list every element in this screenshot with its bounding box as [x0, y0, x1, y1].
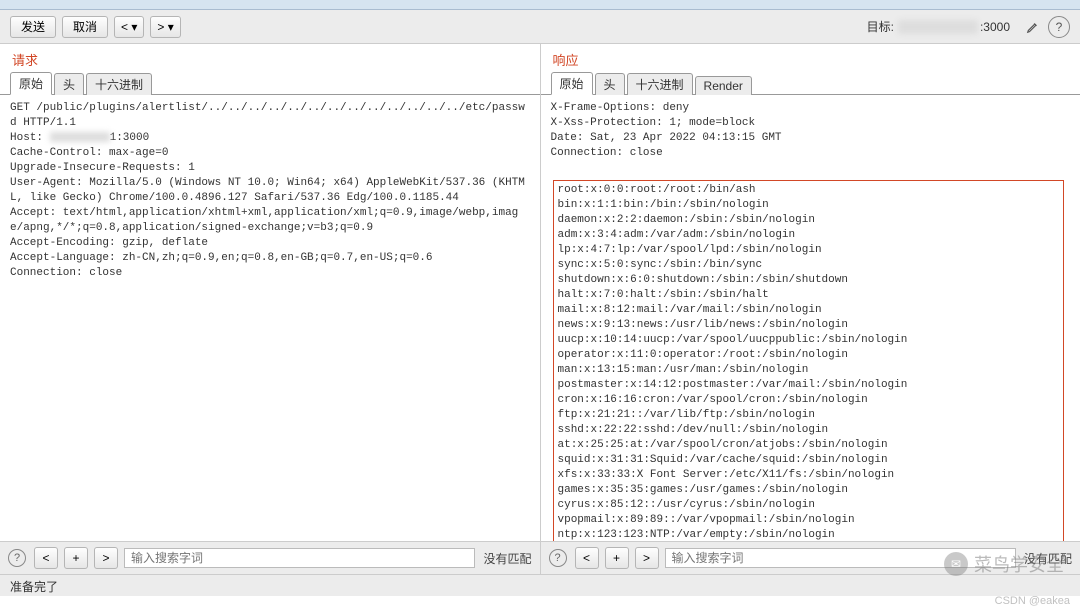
response-search-nomatch: 没有匹配 [1024, 550, 1072, 567]
tab-response-headers[interactable]: 头 [595, 73, 625, 95]
window-frame-strip [0, 0, 1080, 10]
request-search-bar: ? < + > 没有匹配 [0, 542, 540, 574]
edit-target-icon[interactable] [1022, 16, 1044, 38]
response-tabs: 原始 头 十六进制 Render [541, 71, 1080, 95]
status-bar: 准备完了 [0, 574, 1080, 596]
status-text: 准备完了 [10, 580, 58, 594]
history-prev-button[interactable]: < ▾ [114, 16, 144, 38]
request-host-suffix: 1:3000 [110, 132, 150, 144]
response-title: 响应 [541, 44, 1080, 71]
request-headers-rest: Cache-Control: max-age=0 Upgrade-Insecur… [10, 147, 525, 279]
tab-request-hex[interactable]: 十六进制 [86, 73, 152, 95]
search-prev-button[interactable]: < [575, 547, 599, 569]
request-line: GET /public/plugins/alertlist/../../../.… [10, 102, 525, 129]
search-help-icon[interactable]: ? [8, 549, 26, 567]
request-pane: 请求 原始 头 十六进制 GET /public/plugins/alertli… [0, 44, 541, 574]
tab-request-raw[interactable]: 原始 [10, 72, 52, 95]
search-help-icon[interactable]: ? [549, 549, 567, 567]
request-raw-content[interactable]: GET /public/plugins/alertlist/../../../.… [0, 95, 540, 542]
target-host-blurred [898, 20, 978, 34]
response-body-block: root:x:0:0:root:/root:/bin/ash bin:x:1:1… [558, 184, 934, 542]
chevron-right-icon: > [157, 20, 164, 34]
request-host-blurred [50, 132, 110, 142]
search-add-button[interactable]: + [605, 547, 629, 569]
search-add-button[interactable]: + [64, 547, 88, 569]
tab-response-render[interactable]: Render [695, 76, 752, 95]
response-body-highlight: root:x:0:0:root:/root:/bin/ash bin:x:1:1… [553, 180, 1065, 542]
response-raw-content[interactable]: X-Frame-Options: deny X-Xss-Protection: … [541, 95, 1080, 542]
request-title: 请求 [0, 44, 540, 71]
search-prev-button[interactable]: < [34, 547, 58, 569]
tab-response-hex[interactable]: 十六进制 [627, 73, 693, 95]
response-search-bar: ? < + > 没有匹配 [541, 542, 1080, 574]
tab-request-headers[interactable]: 头 [54, 73, 84, 95]
response-headers-block: X-Frame-Options: deny X-Xss-Protection: … [551, 102, 782, 159]
cancel-button[interactable]: 取消 [62, 16, 108, 38]
request-search-nomatch: 没有匹配 [483, 550, 531, 567]
request-search-input[interactable] [124, 548, 475, 568]
response-search-input[interactable] [665, 548, 1016, 568]
send-button[interactable]: 发送 [10, 16, 56, 38]
request-host-prefix: Host: [10, 132, 50, 144]
main-toolbar: 发送 取消 < ▾ > ▾ 目标: :3000 ? [0, 10, 1080, 44]
search-next-button[interactable]: > [94, 547, 118, 569]
search-next-button[interactable]: > [635, 547, 659, 569]
tab-response-raw[interactable]: 原始 [551, 72, 593, 95]
help-icon[interactable]: ? [1048, 16, 1070, 38]
history-next-button[interactable]: > ▾ [150, 16, 180, 38]
target-port: :3000 [980, 20, 1010, 34]
request-tabs: 原始 头 十六进制 [0, 71, 540, 95]
response-pane: 响应 原始 头 十六进制 Render X-Frame-Options: den… [541, 44, 1080, 574]
csdn-watermark: CSDN @eakea [995, 595, 1070, 607]
target-label: 目标: [867, 18, 894, 35]
chevron-left-icon: < [121, 20, 128, 34]
